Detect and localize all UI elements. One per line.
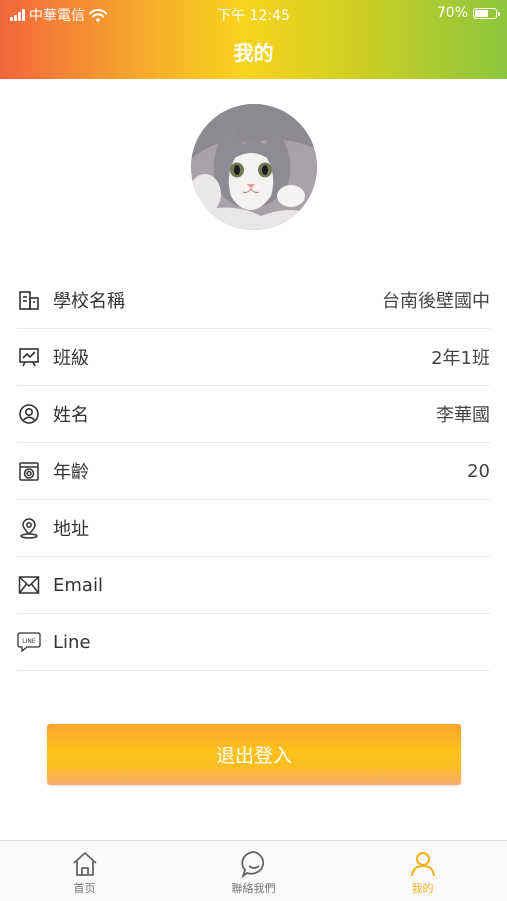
status-bar: 中華電信 下午 12:45 70%: [0, 0, 507, 28]
tab-contact-label: 聯絡我們: [231, 882, 276, 895]
profile-row-email[interactable]: Email: [17, 557, 490, 614]
svg-text:LINE: LINE: [22, 638, 36, 645]
avatar[interactable]: [191, 104, 317, 230]
profile-row-age[interactable]: 年齡 20: [17, 443, 490, 500]
classroom-board-icon: [17, 345, 41, 369]
cat-photo-image: [191, 104, 317, 230]
age-label: 年齡: [53, 462, 89, 483]
page-title: 我的: [233, 41, 274, 65]
bottom-tab-bar: 首页 聯絡我們 我的: [0, 840, 507, 901]
user-circle-icon: [17, 402, 41, 426]
class-value: 2年1班: [431, 348, 490, 369]
tab-home[interactable]: 首页: [0, 841, 169, 901]
status-time: 下午 12:45: [217, 8, 290, 24]
school-label: 學校名稱: [53, 291, 125, 312]
profile-row-school[interactable]: 學校名稱 台南後壁國中: [17, 272, 490, 329]
age-value: 20: [467, 460, 490, 482]
user-icon: [410, 852, 435, 877]
home-icon: [72, 852, 97, 876]
address-label: 地址: [53, 519, 89, 540]
age-icon: [17, 459, 41, 483]
battery-percent: 70%: [436, 5, 468, 21]
profile-row-class[interactable]: 班級 2年1班: [17, 329, 490, 386]
tab-profile[interactable]: 我的: [338, 841, 507, 901]
profile-row-name[interactable]: 姓名 李華國: [17, 386, 490, 443]
app-header: 中華電信 下午 12:45 70% 我的: [0, 0, 507, 79]
class-label: 班級: [53, 348, 89, 369]
line-app-icon: LINE: [17, 630, 41, 654]
battery-info: 70%: [436, 5, 500, 21]
profile-info-list: 學校名稱 台南後壁國中 班級 2年1班 姓名 李華國 年齡 20 地址 Emai…: [17, 272, 490, 671]
tab-profile-label: 我的: [411, 882, 434, 895]
building-icon: [17, 288, 41, 312]
profile-row-address[interactable]: 地址: [17, 500, 490, 557]
tab-contact[interactable]: 聯絡我們: [169, 841, 338, 901]
school-value: 台南後壁國中: [382, 291, 490, 312]
profile-row-line[interactable]: LINE Line: [17, 614, 490, 671]
mail-icon: [17, 573, 41, 597]
tab-home-label: 首页: [73, 882, 96, 895]
battery-icon: [473, 7, 500, 19]
name-value: 李華國: [436, 405, 490, 426]
line-label: Line: [53, 631, 91, 653]
email-label: Email: [53, 574, 103, 596]
chat-bubble-icon: [240, 851, 264, 879]
location-pin-icon: [17, 516, 41, 540]
battery-level: [475, 9, 489, 17]
logout-button[interactable]: 退出登入: [47, 724, 461, 785]
name-label: 姓名: [53, 405, 89, 426]
